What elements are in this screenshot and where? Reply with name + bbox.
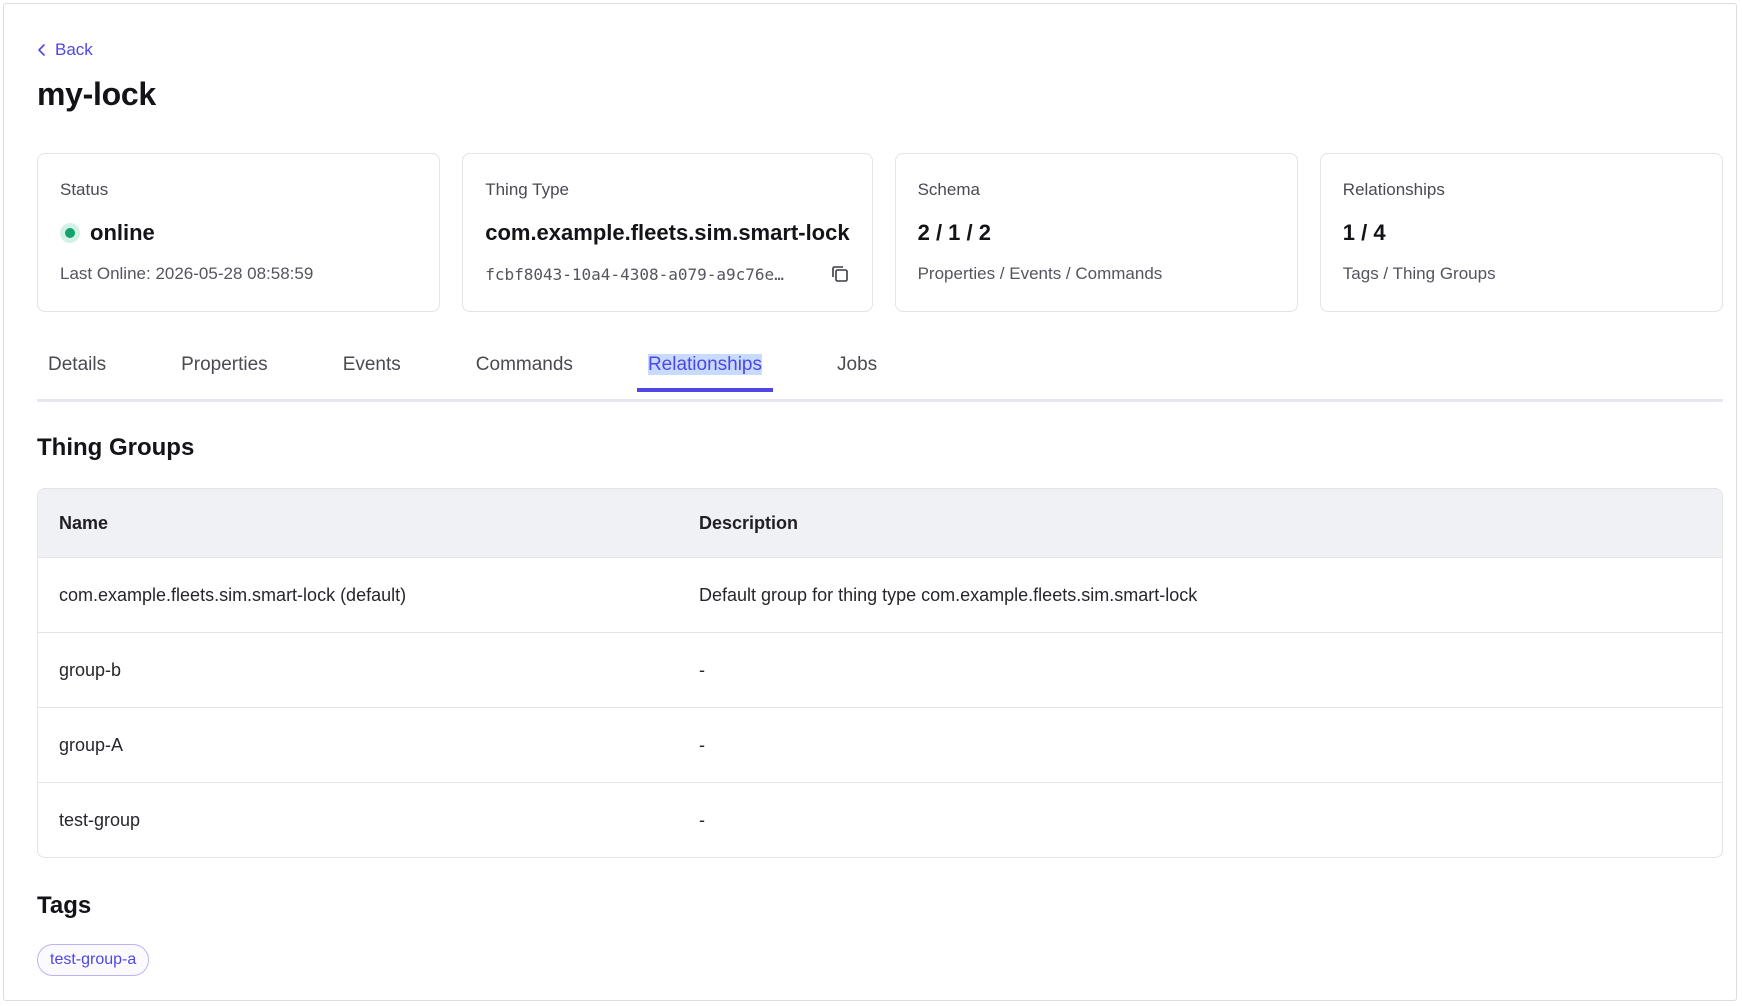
thing-id: fcbf8043-10a4-4308-a079-a9c76e…	[485, 264, 784, 284]
back-link[interactable]: Back	[37, 40, 93, 60]
column-header-description[interactable]: Description	[678, 489, 1722, 558]
status-value: online	[60, 220, 417, 246]
table-row[interactable]: com.example.fleets.sim.smart-lock (defau…	[38, 557, 1722, 633]
last-online: Last Online: 2026-05-28 08:58:59	[60, 264, 314, 283]
tab-label: Relationships	[647, 354, 763, 375]
schema-card-label: Schema	[917, 180, 980, 199]
tab-relationships[interactable]: Relationships	[636, 344, 774, 392]
summary-cards: Status online Last Online: 2026-05-28 08…	[37, 153, 1723, 312]
tag-chip[interactable]: test-group-a	[37, 944, 150, 976]
tab-label: Commands	[475, 354, 573, 375]
group-name-cell: group-A	[38, 707, 678, 783]
group-description-cell: Default group for thing type com.example…	[678, 557, 1722, 633]
thing-id-row: fcbf8043-10a4-4308-a079-a9c76e…	[485, 264, 849, 284]
app-window: Back my-lock Status online Last Online: …	[3, 3, 1737, 1001]
group-description-cell: -	[678, 632, 1722, 708]
status-text: online	[90, 220, 155, 245]
group-description-cell: -	[678, 707, 1722, 783]
tab-label: Jobs	[837, 354, 878, 375]
column-header-name[interactable]: Name	[38, 489, 678, 558]
tab-label: Details	[48, 354, 107, 375]
thing-groups-table: Name Description com.example.fleets.sim.…	[37, 488, 1723, 858]
copy-icon[interactable]	[830, 264, 850, 284]
relationships-card-label: Relationships	[1342, 180, 1445, 199]
tab-commands[interactable]: Commands	[465, 344, 584, 389]
tab-bar: Details Properties Events Commands Relat…	[37, 344, 1723, 402]
status-card: Status online Last Online: 2026-05-28 08…	[37, 153, 441, 312]
status-dot-icon	[60, 223, 80, 243]
tags-title: Tags	[37, 892, 92, 919]
table-row[interactable]: group-A -	[38, 707, 1722, 783]
thing-type-value: com.example.fleets.sim.smart-lock	[485, 220, 850, 245]
schema-sub: Properties / Events / Commands	[917, 264, 1163, 283]
tab-properties[interactable]: Properties	[170, 344, 279, 389]
schema-card: Schema 2 / 1 / 2 Properties / Events / C…	[894, 153, 1298, 312]
back-label: Back	[55, 40, 93, 59]
chevron-left-icon	[38, 44, 45, 56]
tab-label: Properties	[181, 354, 268, 375]
table-row[interactable]: group-b -	[38, 632, 1722, 708]
tab-jobs[interactable]: Jobs	[826, 344, 888, 389]
thing-type-card: Thing Type com.example.fleets.sim.smart-…	[462, 153, 873, 312]
group-description-cell: -	[699, 809, 705, 830]
thing-groups-title: Thing Groups	[37, 434, 195, 461]
group-name-cell: com.example.fleets.sim.smart-lock (defau…	[38, 557, 678, 633]
relationships-sub: Tags / Thing Groups	[1342, 264, 1496, 283]
table-header-row: Name Description	[38, 489, 1722, 558]
group-name-cell: test-group	[59, 809, 141, 830]
relationships-value: 1 / 4	[1342, 220, 1386, 245]
thing-type-card-label: Thing Type	[485, 180, 569, 199]
relationships-card: Relationships 1 / 4 Tags / Thing Groups	[1319, 153, 1723, 312]
tab-events[interactable]: Events	[332, 344, 412, 389]
tab-details[interactable]: Details	[37, 344, 117, 389]
schema-value: 2 / 1 / 2	[917, 220, 991, 245]
table-row[interactable]: test-group -	[38, 783, 1722, 858]
status-card-label: Status	[60, 180, 109, 199]
page-title: my-lock	[37, 76, 156, 112]
tab-label: Events	[342, 354, 401, 375]
group-name-cell: group-b	[38, 632, 678, 708]
